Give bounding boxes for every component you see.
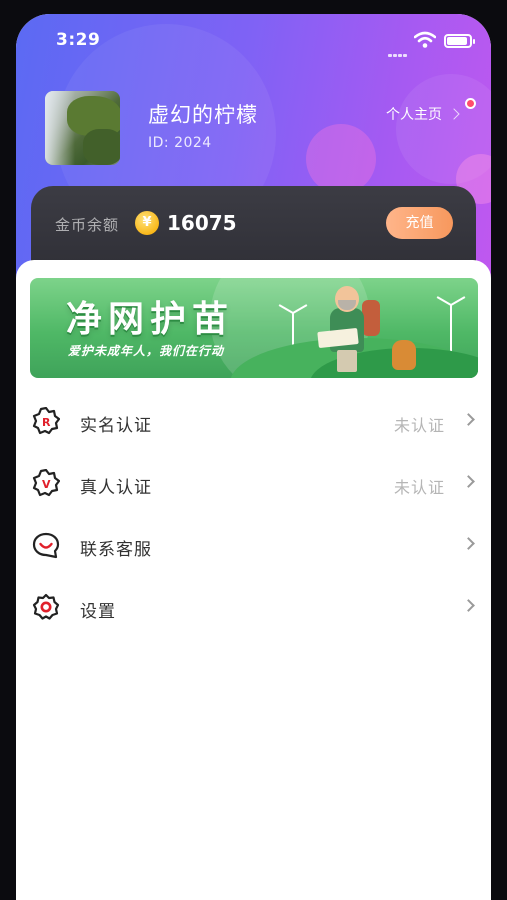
banner-title: 净网护苗 bbox=[66, 298, 235, 340]
homepage-label: 个人主页 bbox=[386, 107, 442, 123]
recharge-button[interactable]: 充值 bbox=[386, 207, 453, 239]
username: 虚幻的柠檬 bbox=[148, 103, 258, 127]
wallet-label: 金币余额 bbox=[55, 216, 120, 234]
menu-label: 实名认证 bbox=[80, 416, 152, 436]
menu-item-settings[interactable]: 设置 bbox=[16, 576, 491, 638]
notification-dot bbox=[465, 98, 476, 109]
verification-status: 未认证 bbox=[393, 478, 445, 497]
menu-label: 联系客服 bbox=[80, 540, 152, 560]
badge-v-icon: V bbox=[32, 468, 61, 497]
app-screen: 3:29 虚幻的柠檬 ID: 2024 个人主页 金币余额 ¥ 16075 充值… bbox=[16, 14, 491, 900]
chevron-right-icon bbox=[462, 413, 475, 426]
user-id: ID: 2024 bbox=[148, 135, 212, 151]
menu-label: 真人认证 bbox=[80, 478, 152, 498]
wifi-icon bbox=[413, 31, 437, 53]
badge-r-icon: R bbox=[32, 406, 61, 435]
promo-banner[interactable]: 净网护苗 爱护未成年人，我们在行动 bbox=[30, 278, 478, 378]
dog-illustration bbox=[392, 340, 416, 370]
decor-bubble bbox=[306, 124, 376, 194]
smile-chat-icon bbox=[32, 531, 60, 559]
backpack-illustration bbox=[362, 300, 380, 336]
coin-balance: 16075 bbox=[167, 211, 237, 235]
coin-icon: ¥ bbox=[135, 211, 159, 235]
signal-icon bbox=[388, 42, 408, 61]
chevron-right-icon bbox=[462, 599, 475, 612]
banner-subtitle: 爱护未成年人，我们在行动 bbox=[68, 344, 225, 358]
menu-item-face-verification[interactable]: V 真人认证 未认证 bbox=[16, 452, 491, 514]
status-time: 3:29 bbox=[56, 30, 101, 50]
chevron-right-icon bbox=[462, 537, 475, 550]
menu-label: 设置 bbox=[80, 602, 116, 622]
chevron-right-icon bbox=[448, 108, 460, 120]
personal-homepage-link[interactable]: 个人主页 bbox=[386, 104, 460, 124]
avatar[interactable] bbox=[45, 91, 120, 165]
svg-text:R: R bbox=[42, 416, 51, 429]
menu-item-customer-service[interactable]: 联系客服 bbox=[16, 514, 491, 576]
battery-icon bbox=[444, 34, 475, 48]
settings-menu: R 实名认证 未认证 V 真人认证 未认证 联系客服 设置 bbox=[16, 390, 491, 638]
menu-item-real-name-verification[interactable]: R 实名认证 未认证 bbox=[16, 390, 491, 452]
status-bar: 3:29 bbox=[16, 14, 491, 66]
verification-status: 未认证 bbox=[393, 416, 445, 435]
settings-gear-icon bbox=[32, 593, 60, 621]
svg-text:V: V bbox=[42, 478, 51, 491]
chevron-right-icon bbox=[462, 475, 475, 488]
content-sheet: 净网护苗 爱护未成年人，我们在行动 R 实名认证 未认证 V 真人认证 未认证 … bbox=[16, 260, 491, 900]
